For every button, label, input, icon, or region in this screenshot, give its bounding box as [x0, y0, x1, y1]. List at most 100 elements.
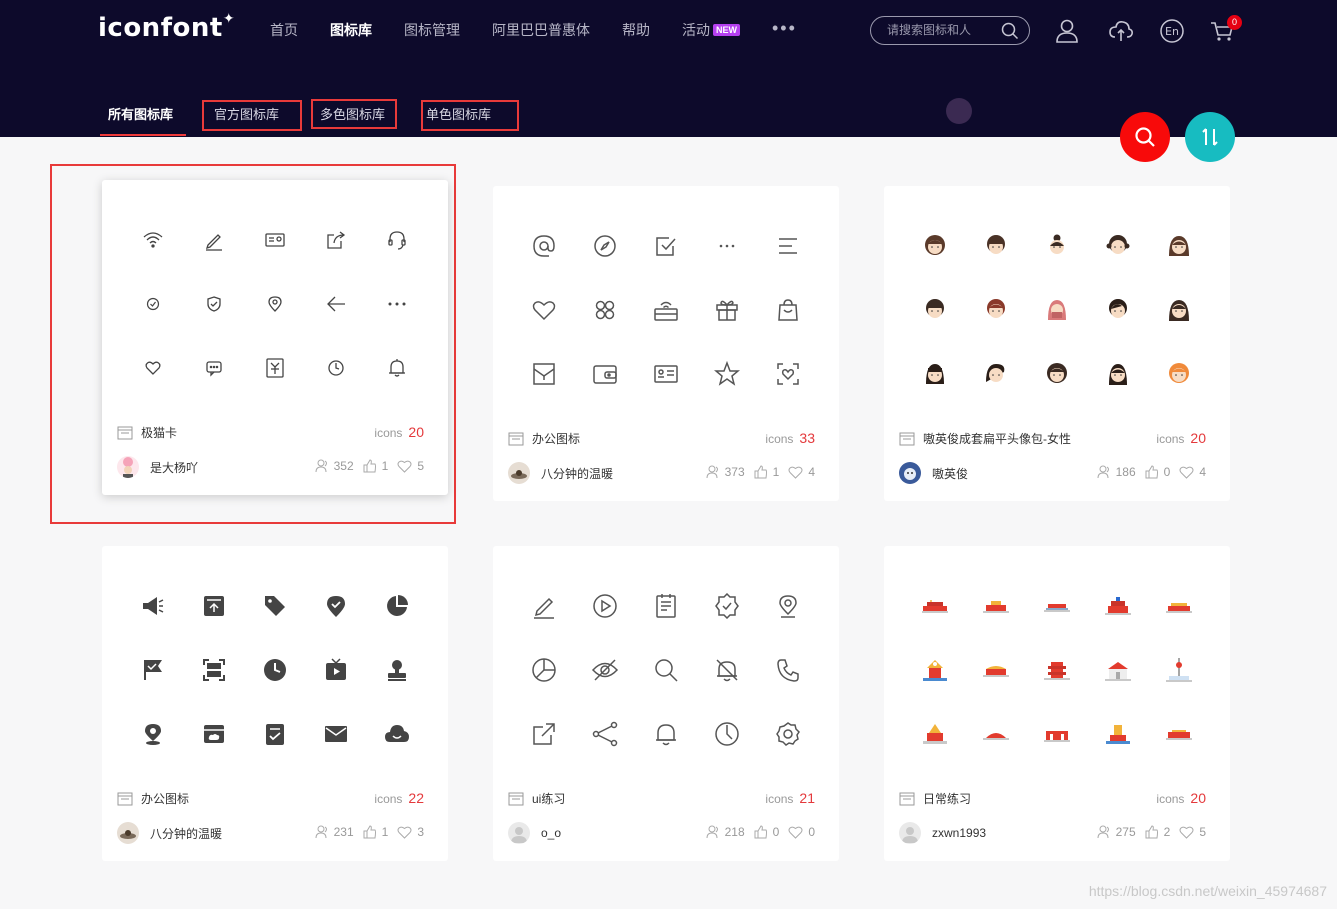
external-link-icon [513, 702, 574, 766]
phone-icon [757, 638, 818, 702]
floating-sort-button[interactable] [1185, 112, 1235, 162]
iconfont-logo[interactable]: iconfont✦ [98, 11, 235, 43]
avatar[interactable] [899, 822, 921, 844]
mail-icon [305, 702, 366, 766]
nav-alibaba-font[interactable]: 阿里巴巴普惠体 [492, 20, 590, 40]
language-en-icon[interactable]: En [1159, 18, 1185, 44]
id-card-icon [635, 342, 696, 406]
upload-icon[interactable] [1108, 18, 1134, 44]
card-title[interactable]: 日常练习 [923, 790, 971, 807]
building-illustration-icon [1026, 574, 1087, 638]
female-avatar-icon [1087, 214, 1148, 278]
location-pin-icon [757, 574, 818, 638]
library-card[interactable]: 日常练习 icons 20 zxwn1993 275 2 5 [884, 546, 1230, 861]
tv-play-icon [305, 638, 366, 702]
avatar[interactable] [117, 822, 139, 844]
female-avatar-icon [904, 278, 965, 342]
library-card[interactable]: 办公图标 icons 33 八分钟的温暖 373 1 4 [493, 186, 839, 501]
heart-outline-icon[interactable] [1179, 465, 1194, 479]
icon-preview-grid [513, 574, 819, 766]
icon-count: icons 21 [765, 790, 815, 806]
floating-search-button[interactable] [1120, 112, 1170, 162]
user-icon[interactable] [1054, 18, 1080, 44]
nav-icon-library[interactable]: 图标库 [330, 20, 372, 40]
building-illustration-icon [1148, 702, 1209, 766]
library-card[interactable]: ui练习 icons 21 o_o 218 0 0 [493, 546, 839, 861]
building-illustration-icon [904, 638, 965, 702]
female-avatar-icon [1148, 278, 1209, 342]
tab-all-libraries[interactable]: 所有图标库 [108, 104, 173, 123]
tags-icon [244, 574, 305, 638]
author-name[interactable]: 八分钟的温暖 [541, 465, 613, 482]
icon-count: icons 33 [765, 430, 815, 446]
nav-home[interactable]: 首页 [270, 20, 298, 40]
card-title[interactable]: 极猫卡 [141, 424, 177, 441]
thumbs-up-icon[interactable] [754, 825, 768, 839]
icon-preview-grid [904, 214, 1210, 406]
cloud-smile-icon [366, 702, 427, 766]
building-illustration-icon [904, 702, 965, 766]
card-stats: 352 1 5 [315, 459, 424, 473]
search-box[interactable] [870, 16, 1030, 45]
sort-icon [1202, 128, 1218, 146]
thumbs-up-icon[interactable] [1145, 825, 1159, 839]
card-title[interactable]: 办公图标 [532, 430, 580, 447]
shield-icon [183, 272, 244, 336]
avatar[interactable] [117, 456, 139, 478]
heart-outline-icon[interactable] [788, 465, 803, 479]
megaphone-icon [122, 574, 183, 638]
nav-icon-management[interactable]: 图标管理 [404, 20, 460, 40]
library-card[interactable]: 极猫卡 icons 20 是大杨吖 352 1 5 [102, 180, 448, 495]
card-stats: 373 1 4 [706, 465, 815, 479]
card-title[interactable]: ui练习 [532, 790, 565, 807]
building-illustration-icon [1087, 702, 1148, 766]
author-name[interactable]: 嗷英俊 [932, 465, 968, 482]
decorative-dot [946, 98, 972, 124]
avatar[interactable] [508, 462, 530, 484]
document-icon [635, 574, 696, 638]
icon-preview-grid [904, 574, 1210, 766]
author-name[interactable]: 八分钟的温暖 [150, 825, 222, 842]
card-footer: 八分钟的温暖 231 1 3 [117, 822, 424, 844]
search-input[interactable] [887, 23, 997, 37]
pie-chart-outline-icon [513, 638, 574, 702]
nav-help[interactable]: 帮助 [622, 20, 650, 40]
female-avatar-icon [1026, 278, 1087, 342]
thumbs-up-icon[interactable] [363, 825, 377, 839]
heart-scan-icon [757, 342, 818, 406]
search-icon[interactable] [1001, 22, 1019, 40]
heart-outline-icon[interactable] [397, 825, 412, 839]
nav-more[interactable]: ••• [772, 18, 797, 38]
at-sign-icon [513, 214, 574, 278]
watermark: https://blog.csdn.net/weixin_45974687 [1088, 883, 1327, 899]
building-illustration-icon [1087, 574, 1148, 638]
icon-count: icons 20 [1156, 790, 1206, 806]
avatar[interactable] [508, 822, 530, 844]
thumbs-up-icon[interactable] [363, 459, 377, 473]
library-card[interactable]: 嗷英俊成套扁平头像包-女性 icons 20 嗷英俊 186 0 4 [884, 186, 1230, 501]
bell-off-icon [696, 638, 757, 702]
avatar[interactable] [899, 462, 921, 484]
task-check-icon [244, 702, 305, 766]
card-title[interactable]: 嗷英俊成套扁平头像包-女性 [923, 430, 1071, 447]
heart-outline-icon[interactable] [397, 459, 412, 473]
building-illustration-icon [965, 702, 1026, 766]
heart-outline-icon[interactable] [788, 825, 803, 839]
card-title[interactable]: 办公图标 [141, 790, 189, 807]
flag-check-icon [122, 638, 183, 702]
library-card[interactable]: 办公图标 icons 22 八分钟的温暖 231 1 3 [102, 546, 448, 861]
card-stats: 275 2 5 [1097, 825, 1206, 839]
author-name[interactable]: o_o [541, 826, 561, 840]
nav-activity[interactable]: 活动 NEW [682, 20, 740, 40]
thumbs-up-icon[interactable] [1145, 465, 1159, 479]
heart-outline-icon[interactable] [1179, 825, 1194, 839]
check-circle-icon [122, 272, 183, 336]
upload-box-icon [183, 574, 244, 638]
author-name[interactable]: 是大杨吖 [150, 459, 198, 476]
author-name[interactable]: zxwn1993 [932, 826, 986, 840]
shopping-bag-icon [757, 278, 818, 342]
star-icon [696, 342, 757, 406]
building-illustration-icon [1026, 702, 1087, 766]
thumbs-up-icon[interactable] [754, 465, 768, 479]
users-icon [706, 825, 718, 839]
